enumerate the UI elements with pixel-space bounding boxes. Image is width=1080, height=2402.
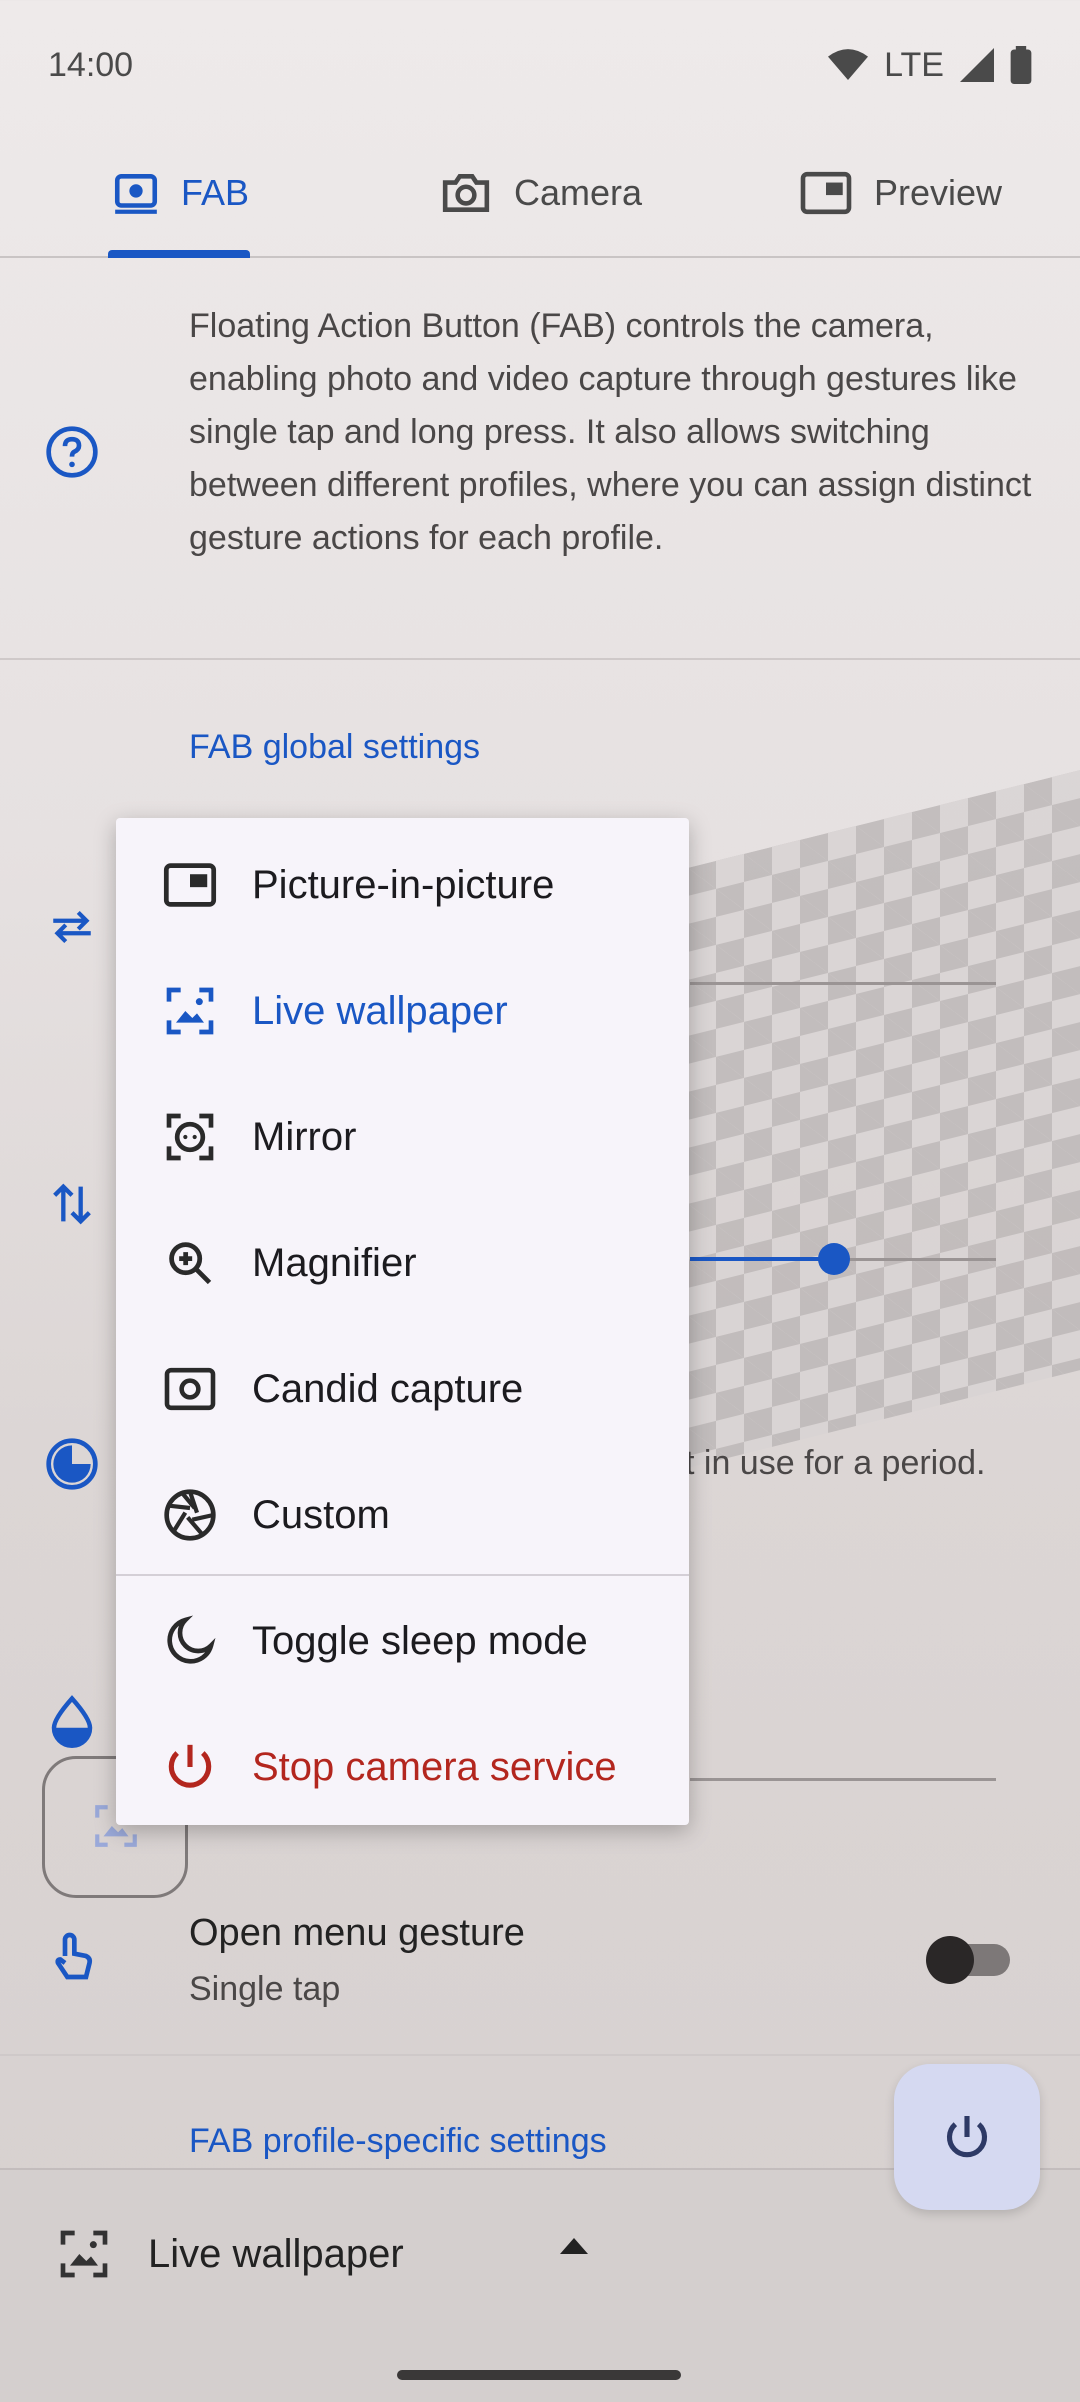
menu-item-picture-in-picture[interactable]: Picture-in-picture	[116, 822, 689, 948]
slider-track-3[interactable]	[690, 1778, 996, 1781]
gesture-title: Open menu gesture	[189, 1912, 525, 1954]
profile-selector[interactable]: Live wallpaper	[56, 2226, 404, 2282]
wallpaper-icon	[60, 2230, 108, 2278]
status-time: 14:00	[48, 45, 134, 84]
menu-item-candid-capture[interactable]: Candid capture	[116, 1326, 689, 1452]
menu-item-magnifier[interactable]: Magnifier	[116, 1200, 689, 1326]
divider	[0, 658, 1080, 660]
tab-preview[interactable]: Preview	[720, 130, 1080, 256]
navigation-handle[interactable]	[397, 2370, 681, 2380]
camera-badge-icon	[114, 174, 158, 214]
menu-item-label: Magnifier	[252, 1240, 417, 1285]
menu-item-label: Live wallpaper	[252, 988, 508, 1033]
menu-item-toggle-sleep-mode[interactable]: Toggle sleep mode	[116, 1578, 689, 1704]
menu-item-stop-camera-service[interactable]: Stop camera service	[116, 1704, 689, 1830]
wifi-icon	[828, 49, 869, 80]
section-title-profile: FAB profile-specific settings	[189, 2122, 607, 2160]
menu-item-label: Candid capture	[252, 1366, 524, 1411]
tab-bar: FAB Camera Preview	[0, 130, 1080, 258]
background-checkerboard	[660, 765, 1080, 1475]
tab-camera-label: Camera	[513, 172, 643, 213]
power-icon	[946, 2116, 988, 2158]
timer-icon	[46, 1438, 98, 1490]
network-type: LTE	[884, 45, 944, 84]
swap-vertical-icon	[53, 1183, 91, 1225]
moon-icon	[160, 1611, 220, 1671]
toggle-thumb	[926, 1936, 974, 1984]
sleep-description-partial: t in use for a period.	[685, 1444, 986, 1482]
picture-in-picture-icon	[160, 855, 220, 915]
help-icon[interactable]	[44, 424, 100, 480]
camera-frame-icon	[160, 1359, 220, 1419]
menu-item-label: Custom	[252, 1492, 390, 1537]
cell-signal-icon	[960, 48, 994, 82]
section-title-global: FAB global settings	[189, 728, 481, 766]
slider-track-1[interactable]	[690, 982, 996, 985]
picture-in-picture-icon	[800, 171, 852, 215]
menu-item-label: Picture-in-picture	[252, 862, 555, 907]
menu-item-mirror[interactable]: Mirror	[116, 1074, 689, 1200]
opacity-icon	[51, 1695, 93, 1748]
menu-item-custom[interactable]: Custom	[116, 1452, 689, 1578]
menu-divider	[116, 1574, 689, 1576]
status-bar: 14:00 LTE	[0, 0, 1080, 130]
camera-icon	[442, 174, 490, 212]
menu-item-label: Mirror	[252, 1114, 357, 1159]
touch-gesture-icon	[55, 1932, 93, 1980]
swap-horizontal-icon	[53, 910, 91, 944]
profile-menu: Picture-in-picture Live wallpaper Mirror…	[116, 818, 689, 1825]
menu-item-live-wallpaper[interactable]: Live wallpaper	[116, 948, 689, 1074]
fab-description: Floating Action Button (FAB) controls th…	[189, 307, 1032, 557]
power-fab-button[interactable]	[894, 2064, 1040, 2210]
power-icon	[160, 1737, 220, 1797]
aperture-icon	[160, 1485, 220, 1545]
menu-item-label: Toggle sleep mode	[252, 1618, 588, 1663]
gesture-subtitle: Single tap	[189, 1970, 341, 2008]
slider-thumb-2[interactable]	[818, 1243, 850, 1275]
face-frame-icon	[160, 1107, 220, 1167]
tab-fab[interactable]: FAB	[0, 130, 360, 258]
slider-active-2	[690, 1257, 833, 1261]
status-icons: LTE	[828, 46, 1032, 85]
divider	[0, 2054, 1080, 2056]
tab-camera[interactable]: Camera	[360, 130, 720, 256]
battery-icon	[1010, 46, 1032, 84]
tab-fab-label: FAB	[180, 172, 250, 213]
gesture-toggle[interactable]	[926, 1936, 1010, 1984]
menu-item-label: Stop camera service	[252, 1744, 617, 1789]
profile-selector-label: Live wallpaper	[148, 2231, 404, 2276]
wallpaper-icon	[160, 981, 220, 1041]
caret-up-icon[interactable]	[560, 2238, 588, 2254]
zoom-in-icon	[160, 1233, 220, 1293]
tab-preview-label: Preview	[873, 172, 1003, 213]
